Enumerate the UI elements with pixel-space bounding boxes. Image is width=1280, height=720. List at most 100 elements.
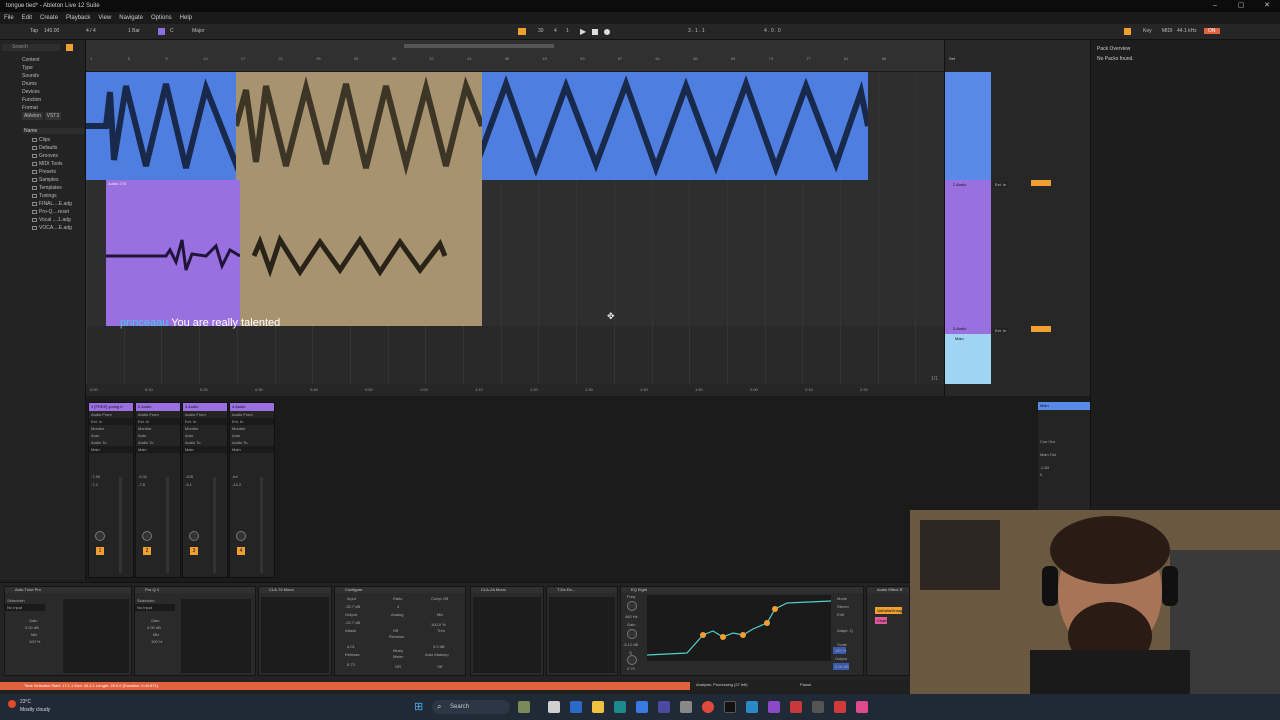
- pan-readout[interactable]: -9.1: [183, 481, 192, 488]
- app-icon[interactable]: [614, 701, 626, 713]
- list-item[interactable]: Samples: [26, 176, 86, 184]
- app-icon[interactable]: [790, 701, 802, 713]
- app-icon[interactable]: [834, 701, 846, 713]
- track-activator[interactable]: 2: [143, 547, 151, 555]
- list-item[interactable]: Vocal ....1.adg: [26, 216, 86, 224]
- main-track-header[interactable]: Main: [945, 334, 991, 384]
- track-activator[interactable]: 3: [190, 547, 198, 555]
- audio-to-select[interactable]: Main: [89, 446, 133, 453]
- list-item[interactable]: Clips: [26, 136, 86, 144]
- release-value[interactable]: 5.73: [345, 661, 355, 668]
- weather-icon[interactable]: [8, 700, 16, 708]
- taskbar-search[interactable]: ⌕ Search: [432, 700, 510, 714]
- gr-select[interactable]: GR: [393, 663, 401, 670]
- list-item[interactable]: FINAL....E.adg: [26, 200, 86, 208]
- track-header-1[interactable]: [945, 72, 991, 180]
- filter-ableton[interactable]: Ableton: [22, 112, 43, 120]
- freq-knob[interactable]: [627, 601, 637, 611]
- strip-title[interactable]: 1 [FREE] young b: [89, 403, 133, 411]
- loop-length[interactable]: 4 . 0 . 0: [764, 28, 781, 34]
- filter-devices[interactable]: Devices: [22, 88, 82, 96]
- chain-item[interactable]: Chain: [875, 617, 888, 624]
- chain-item[interactable]: ValhallaVintag: [875, 607, 903, 614]
- app-icon[interactable]: [746, 701, 758, 713]
- store-icon[interactable]: [636, 701, 648, 713]
- track-lane-3[interactable]: [86, 326, 944, 384]
- draw-mode-icon[interactable]: [1124, 28, 1131, 35]
- app-icon[interactable]: [856, 701, 868, 713]
- output-value[interactable]: -22.7 dB: [343, 619, 360, 626]
- audio-from-select[interactable]: Ext. In: [230, 418, 274, 425]
- minimize-icon[interactable]: –: [1202, 0, 1228, 12]
- volume-readout[interactable]: -9.31: [136, 473, 147, 480]
- volume-readout[interactable]: -2.83: [1038, 464, 1090, 471]
- input-value[interactable]: -32.7 dB: [343, 603, 360, 610]
- pan-knob[interactable]: [236, 531, 246, 541]
- widgets-icon[interactable]: [518, 701, 530, 713]
- analog-mode[interactable]: Analog: [389, 611, 403, 618]
- app-icon[interactable]: [768, 701, 780, 713]
- task-view-icon[interactable]: [548, 701, 560, 713]
- track-activator-button[interactable]: [1031, 180, 1051, 186]
- track-activator[interactable]: 1: [96, 547, 104, 555]
- list-item[interactable]: Defaults: [26, 144, 86, 152]
- beat-count[interactable]: 4: [554, 28, 557, 34]
- audio-clip-selected[interactable]: [240, 180, 482, 326]
- filter-sounds[interactable]: Sounds: [22, 72, 82, 80]
- device-cla2a[interactable]: CLA-2A Mono: [470, 586, 544, 676]
- time-signature[interactable]: 4 / 4: [86, 28, 96, 34]
- menu-help[interactable]: Help: [180, 12, 192, 24]
- pan-knob[interactable]: [95, 531, 105, 541]
- pan-readout[interactable]: 0: [1038, 471, 1090, 478]
- strip-title[interactable]: 3 Audio: [183, 403, 227, 411]
- chrome-icon[interactable]: [702, 701, 714, 713]
- device-cla76[interactable]: CLA-76 Mono: [258, 586, 332, 676]
- strip-title[interactable]: Main: [1038, 402, 1090, 410]
- key-map-button[interactable]: Key: [1143, 28, 1152, 34]
- menu-file[interactable]: File: [4, 12, 14, 24]
- comp-toggle[interactable]: Comp Off: [429, 595, 448, 602]
- list-item[interactable]: Presets: [26, 168, 86, 176]
- loop-brace[interactable]: [404, 44, 554, 48]
- q-knob[interactable]: [627, 655, 637, 665]
- quantization-select[interactable]: 1 Bar: [128, 28, 140, 34]
- track-activator-button[interactable]: [1031, 326, 1051, 332]
- track-header-2[interactable]: 2 Audio: [945, 180, 991, 326]
- monitor-auto-button[interactable]: Auto: [136, 432, 180, 439]
- q-value[interactable]: 0.79: [625, 665, 635, 672]
- volume-readout[interactable]: -inf: [230, 473, 238, 480]
- bar-count[interactable]: 30: [538, 28, 544, 34]
- pan-readout[interactable]: -7.8: [136, 481, 145, 488]
- pan-knob[interactable]: [142, 531, 152, 541]
- follow-icon[interactable]: [518, 28, 526, 35]
- filter-drums[interactable]: Drums: [22, 80, 82, 88]
- record-icon[interactable]: [604, 29, 610, 35]
- adaptive-q-toggle[interactable]: Adapt. Q: [835, 627, 853, 634]
- play-icon[interactable]: ▶: [580, 27, 586, 36]
- audio-clip[interactable]: Audio 278: [106, 180, 240, 326]
- audio-from-select[interactable]: Ext. In: [183, 418, 227, 425]
- list-item[interactable]: VOCA....E.adg: [26, 224, 86, 232]
- device-eq-eight[interactable]: EQ Eight Freq 460 Hz Gain -6.12 dB Q 0.7…: [620, 586, 864, 676]
- time-ruler[interactable]: 0:00 0:10 0:20 0:30 0:40 0:50 1:00 1:10 1:20 1:30…: [86, 384, 944, 396]
- volume-readout[interactable]: -109: [183, 473, 193, 480]
- device-title[interactable]: EQ Eight: [621, 587, 863, 593]
- list-item[interactable]: Grooves: [26, 152, 86, 160]
- list-item[interactable]: Templates: [26, 184, 86, 192]
- input-select[interactable]: Ext. In: [993, 328, 1009, 333]
- list-item[interactable]: Pro-Q....reset: [26, 208, 86, 216]
- key-select[interactable]: C: [170, 28, 174, 34]
- stereo-select[interactable]: Stereo: [835, 603, 849, 610]
- beat-ruler[interactable]: 1 5 9 13 17 21 25 29 33 37 41 45 49 53 57 61 65 69 73 77 81 8…: [86, 40, 944, 72]
- device-title[interactable]: T-De-Es...: [547, 587, 617, 593]
- pause-button[interactable]: Pause: [800, 682, 811, 687]
- trim-value[interactable]: 0.0 dB: [431, 643, 445, 650]
- pan-knob[interactable]: [189, 531, 199, 541]
- audio-to-select[interactable]: Main: [136, 446, 180, 453]
- monitor-auto-button[interactable]: Auto: [230, 432, 274, 439]
- device-autotune[interactable]: Auto-Tune Pro Sidechain No Input Gain 0.…: [4, 586, 132, 676]
- app-icon[interactable]: [812, 701, 824, 713]
- output-value[interactable]: 0.00 dB: [833, 663, 849, 670]
- device-title[interactable]: Configure: [335, 587, 465, 593]
- scale-value[interactable]: 100 %: [833, 647, 847, 654]
